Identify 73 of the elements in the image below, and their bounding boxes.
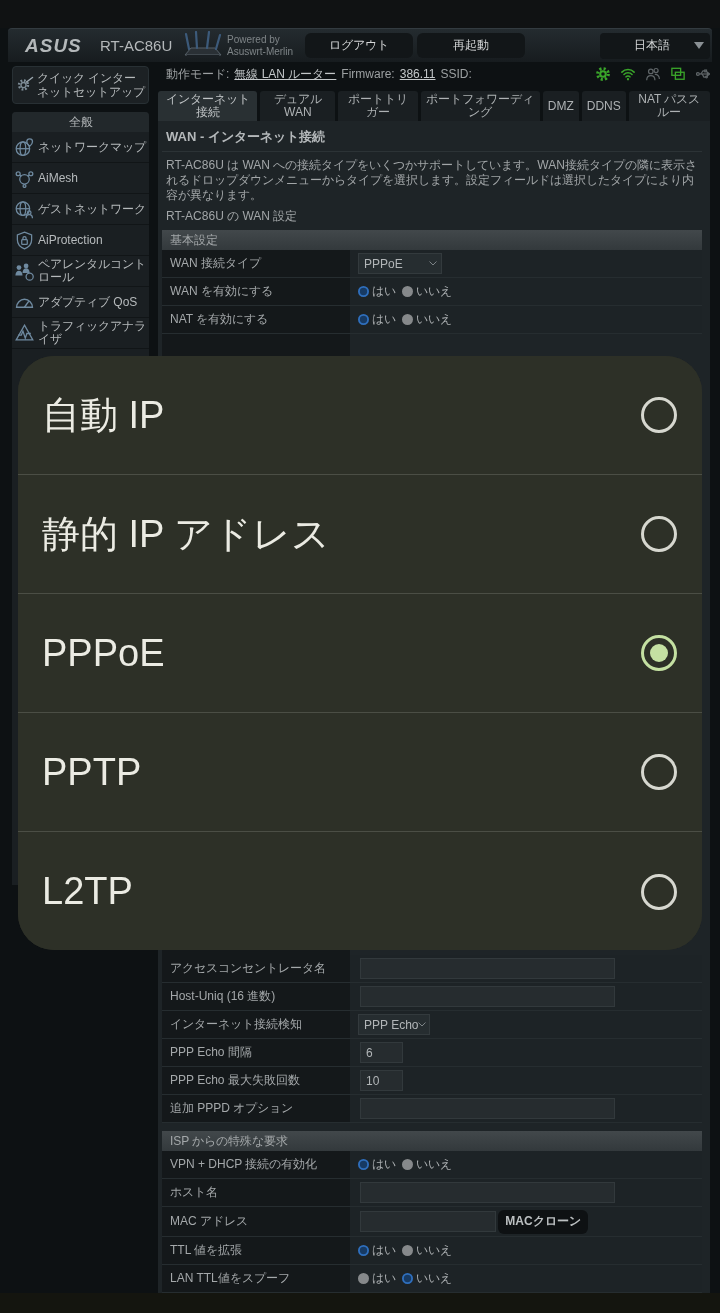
radio-option[interactable]: はい [358,311,396,328]
radio-option[interactable]: いいえ [402,1242,452,1259]
mode-link[interactable]: 無線 LAN ルーター [234,65,337,83]
brand-logo: ASUS [25,34,83,57]
tab[interactable]: ポートフォワーディング [420,91,540,121]
wifi-icon[interactable] [621,67,635,81]
field-label: MAC アドレス [162,1207,350,1236]
field-label: アクセスコンセントレータ名 [162,955,350,982]
radio-option[interactable]: はい [358,1270,396,1287]
gear-icon[interactable] [596,67,610,81]
connection-type-option[interactable]: 自動 IP [18,356,702,475]
radio-option[interactable]: いいえ [402,311,452,328]
field-label: TTL 値を拡張 [162,1237,350,1264]
chevron-down-icon [418,1022,427,1027]
shield-lock-icon [15,230,34,250]
sidebar-item[interactable]: ペアレンタルコントロール [12,256,149,287]
usb-icon[interactable] [696,67,710,81]
globe-user-icon [15,199,34,219]
section-header: 基本設定 [162,230,702,250]
radio-option[interactable]: いいえ [402,283,452,300]
globe-pin-icon [15,137,34,157]
tab[interactable]: インターネット接続 [158,91,258,121]
field-label: Host-Uniq (16 進数) [162,983,350,1010]
people-icon [15,261,34,281]
input-field[interactable]: 10 [360,1070,403,1091]
dropdown-field[interactable]: PPP Echo [358,1014,430,1035]
logout-button[interactable]: ログアウト [305,33,413,58]
reboot-button[interactable]: 再起動 [417,33,525,58]
field-label: PPP Echo 間隔 [162,1039,350,1066]
powered-by-text: Powered by [227,33,281,46]
field-label: インターネット接続検知 [162,1011,350,1038]
ssid-label: SSID: [440,67,472,81]
tab[interactable]: NAT パススルー [628,91,710,121]
input-field[interactable]: 6 [360,1042,403,1063]
dropdown-field[interactable]: PPPoE [358,253,442,274]
section-header: ISP からの特殊な要求 [162,1131,702,1151]
monitor-icon[interactable] [671,67,685,81]
field-label: 追加 PPPD オプション [162,1095,350,1122]
sidebar-section-title: 全般 [12,112,149,132]
page-title: WAN - インターネット接続 [165,128,326,146]
quick-setup-button[interactable]: クイック インターネットセットアップ [12,66,149,104]
tab[interactable]: ポートトリガー [338,91,418,121]
caret-icon [694,42,704,49]
users-icon[interactable] [646,67,660,81]
connected-nodes-icon [15,168,34,188]
gear-icon [16,76,34,94]
model-name: RT-AC86U [100,37,171,54]
radio-option[interactable]: はい [358,283,396,300]
radio-option[interactable]: いいえ [402,1270,452,1287]
mac-clone-button[interactable]: MACクローン [498,1209,588,1234]
language-select[interactable]: 日本語 [600,32,710,59]
field-label: PPP Echo 最大失敗回数 [162,1067,350,1094]
field-label: WAN を有効にする [162,278,350,305]
radio-option[interactable]: はい [358,1242,396,1259]
tab[interactable]: DDNS [581,91,626,121]
sidebar-item[interactable]: トラフィックアナライザ [12,318,149,349]
field-label: LAN TTL値をスプーフ [162,1265,350,1292]
field-label: ホスト名 [162,1179,350,1206]
triangle-wave-icon [15,323,34,343]
description-text: RT-AC86U は WAN への接続タイプをいくつかサポートしています。WAN接続タイプの隣に表示されるドロップダウンメニューからタイプを選択します。設定フィールドは選択したタイプにより内容が異なります。 [165,158,698,203]
radio-option[interactable]: いいえ [402,1156,452,1173]
tab[interactable]: DMZ [542,91,579,121]
settings-subtitle: RT-AC86U の WAN 設定 [165,209,299,224]
firmware-brand-text: Asuswrt-Merlin [227,45,295,58]
field-label: NAT を有効にする [162,306,350,333]
tab[interactable]: デュアル WAN [260,91,336,121]
mode-label: 動作モード: [166,65,230,83]
chevron-down-icon [429,261,437,266]
field-label: VPN + DHCP 接続の有効化 [162,1151,350,1178]
radio-option[interactable]: はい [358,1156,396,1173]
firmware-link[interactable]: 386.11 [399,67,436,81]
firmware-label: Firmware: [341,67,395,81]
field-label: WAN 接続タイプ [162,250,350,277]
